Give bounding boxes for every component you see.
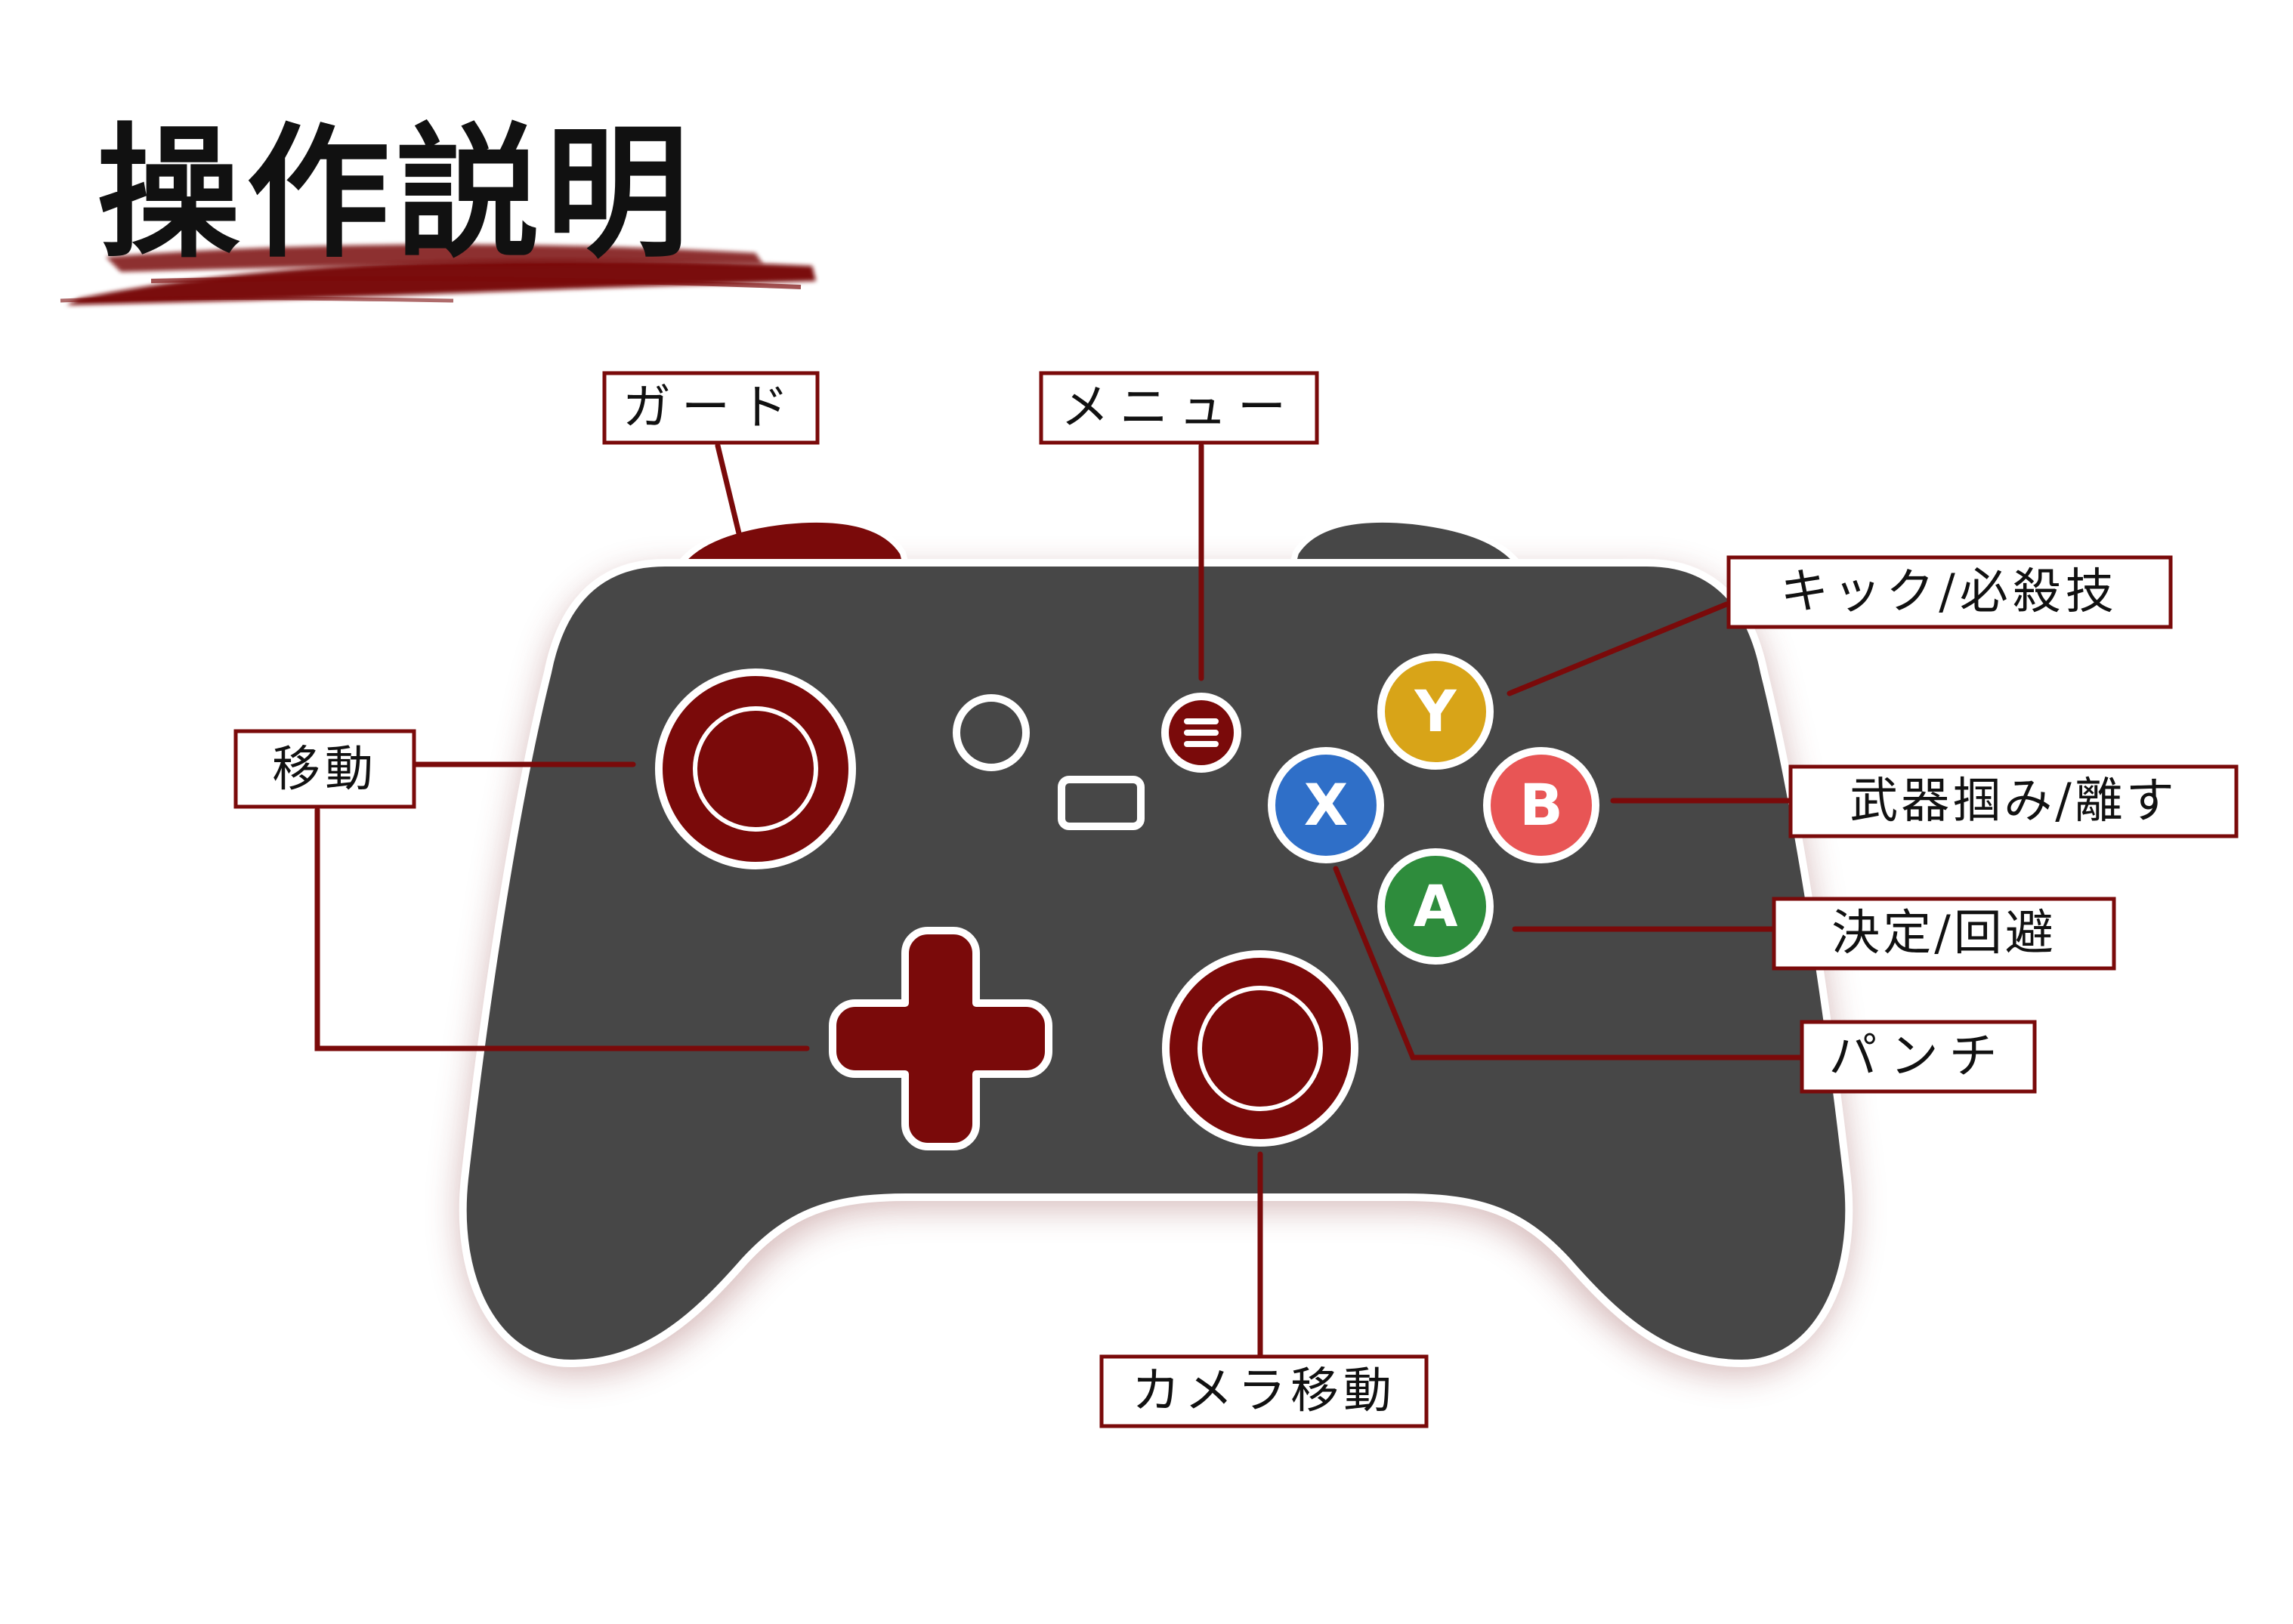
controller-diagram: 操作説明 Y B A X ガード メニュー キック/必殺技 移動 武器掴み/離す…: [60, 109, 2239, 1428]
menu-icon[interactable]: [1161, 693, 1241, 773]
label-punch-text: パンチ: [1828, 1029, 2007, 1085]
controller-body: [459, 559, 1853, 1367]
share-icon[interactable]: [1058, 776, 1145, 830]
right-stick[interactable]: [1162, 950, 1358, 1147]
label-move: 移動: [233, 729, 416, 809]
label-menu: メニュー: [1039, 371, 1319, 445]
a-button-label: A: [1414, 872, 1458, 940]
label-camera: カメラ移動: [1099, 1354, 1429, 1428]
label-menu-text: メニュー: [1061, 380, 1296, 436]
label-guard-text: ガード: [623, 380, 799, 436]
label-camera-text: カメラ移動: [1132, 1363, 1396, 1419]
label-confirm-text: 決定/回避: [1831, 906, 2057, 962]
label-move-text: 移動: [272, 742, 378, 798]
guard-leader: [715, 443, 742, 536]
label-weapon-text: 武器掴み/離す: [1850, 773, 2177, 829]
view-icon[interactable]: [953, 694, 1030, 771]
y-button-label: Y: [1414, 678, 1457, 745]
y-button[interactable]: Y: [1377, 653, 1494, 770]
a-button[interactable]: A: [1377, 848, 1494, 965]
label-punch: パンチ: [1800, 1020, 2037, 1094]
b-button[interactable]: B: [1483, 747, 1599, 863]
x-button[interactable]: X: [1268, 747, 1384, 863]
label-confirm: 決定/回避: [1772, 897, 2116, 971]
left-stick[interactable]: [655, 668, 856, 869]
label-kick: キック/必殺技: [1726, 555, 2173, 629]
x-button-label: X: [1304, 771, 1349, 838]
label-guard: ガード: [602, 371, 820, 445]
label-kick-text: キック/必殺技: [1780, 564, 2118, 620]
b-button-label: B: [1519, 771, 1563, 838]
label-weapon: 武器掴み/離す: [1788, 764, 2239, 838]
page-title: 操作説明: [97, 109, 695, 277]
